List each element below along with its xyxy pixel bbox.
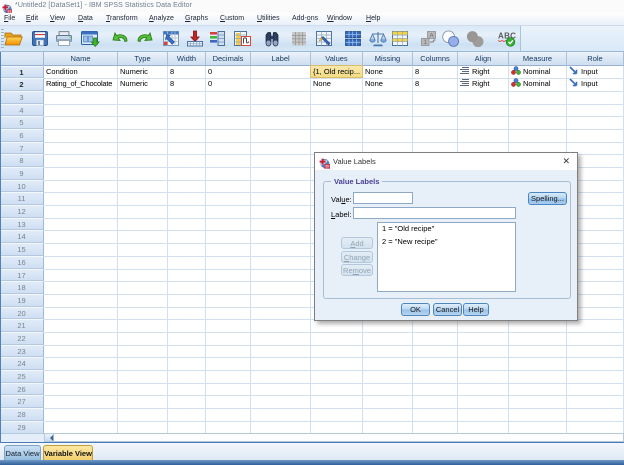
svg-text:1: 1 (423, 39, 427, 46)
svg-text:A: A (429, 32, 434, 39)
